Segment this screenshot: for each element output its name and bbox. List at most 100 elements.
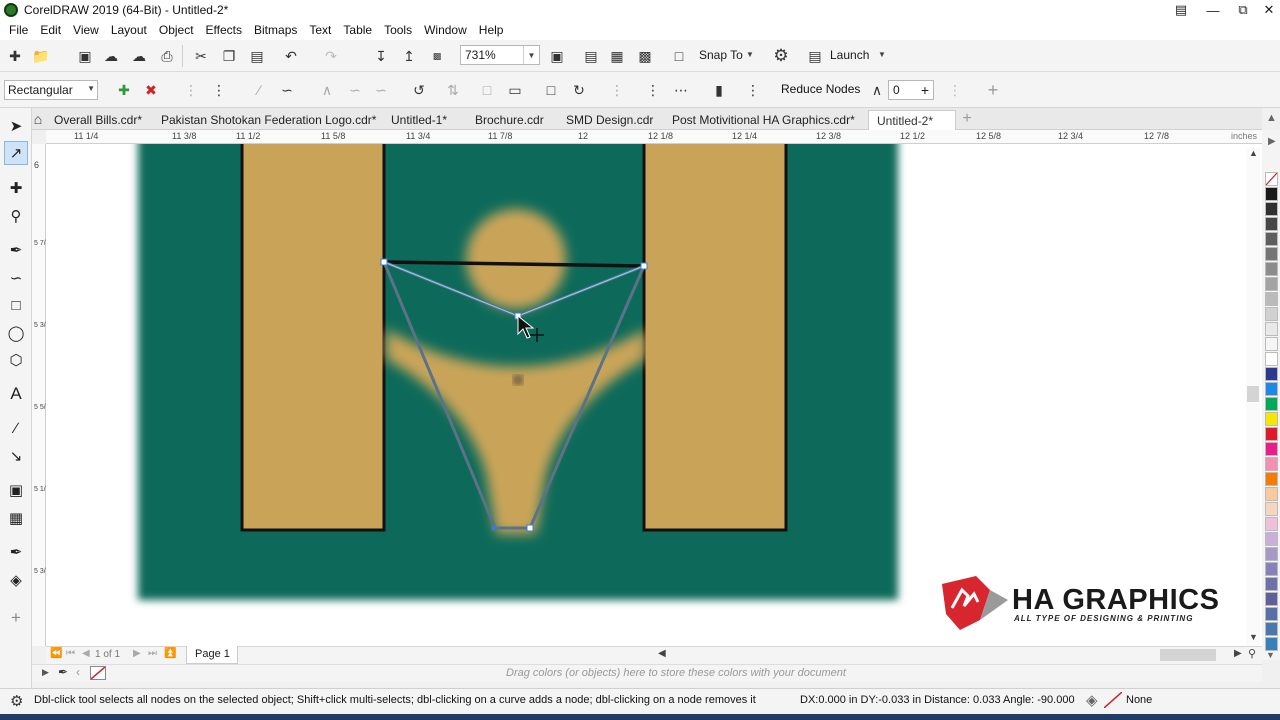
freehand-tool-icon[interactable]: ✒ bbox=[4, 238, 28, 262]
add-node-icon[interactable]: ✚ bbox=[113, 79, 135, 101]
menu-object[interactable]: Object bbox=[153, 23, 200, 37]
export-icon[interactable]: ↥ bbox=[398, 45, 420, 67]
extend-curve-icon[interactable]: ⇅ bbox=[442, 79, 464, 101]
plus-icon[interactable]: + bbox=[921, 82, 929, 98]
palette-swatch[interactable] bbox=[1265, 577, 1278, 591]
snap-to-label[interactable]: Snap To bbox=[699, 48, 743, 62]
palette-scroll-down-icon[interactable]: ▼ bbox=[1266, 650, 1275, 660]
palette-swatch[interactable] bbox=[1265, 322, 1278, 336]
menu-layout[interactable]: Layout bbox=[105, 23, 153, 37]
palette-scroll-up-icon[interactable]: ▲ bbox=[1266, 112, 1277, 124]
palette-swatch[interactable] bbox=[1265, 187, 1278, 201]
chevron-down-icon[interactable]: ▼ bbox=[523, 46, 539, 64]
previous-page-icon[interactable]: ◀ bbox=[82, 648, 90, 659]
curve-node[interactable] bbox=[640, 262, 648, 270]
snap-to-icon[interactable]: □ bbox=[668, 45, 690, 67]
vertical-scrollbar[interactable]: ▲ ▼ bbox=[1246, 148, 1260, 646]
palette-swatch[interactable] bbox=[1265, 232, 1278, 246]
right-pillar-shape[interactable] bbox=[642, 144, 788, 532]
status-gear-icon[interactable]: ⚙ bbox=[10, 692, 23, 710]
join-nodes-icon[interactable]: ⋮ bbox=[180, 79, 202, 101]
zoom-level-combo[interactable]: 731% ▼ bbox=[460, 45, 540, 65]
chevron-down-icon[interactable]: ▼ bbox=[87, 84, 95, 93]
show-rulers-icon[interactable]: ▤ bbox=[580, 45, 602, 67]
break-curve-icon[interactable]: ⋮ bbox=[208, 79, 230, 101]
first-page-arrow-icon[interactable]: ⏮ bbox=[66, 648, 75, 659]
zoom-tool-icon[interactable]: ⚲ bbox=[4, 204, 28, 228]
symmetrical-node-icon[interactable]: ∽ bbox=[370, 79, 392, 101]
options-gear-icon[interactable]: ⚙ bbox=[770, 45, 792, 67]
palette-swatch[interactable] bbox=[1265, 457, 1278, 471]
copy-icon[interactable]: ❐ bbox=[218, 45, 240, 67]
palette-swatch[interactable] bbox=[1265, 607, 1278, 621]
interactive-fill-tool-icon[interactable]: ◈ bbox=[4, 568, 28, 592]
palette-swatch[interactable] bbox=[1265, 307, 1278, 321]
tab-untitled-2[interactable]: Untitled-2* bbox=[868, 110, 956, 130]
tab-post-motivational[interactable]: Post Motivitional HA Graphics.cdr* bbox=[672, 110, 855, 130]
reduce-nodes-button[interactable]: Reduce Nodes bbox=[781, 82, 860, 96]
select-all-nodes-icon[interactable]: ⋮ bbox=[742, 79, 764, 101]
scroll-left-icon[interactable]: ◀ bbox=[658, 648, 666, 659]
menu-file[interactable]: File bbox=[3, 23, 34, 37]
scroll-up-icon[interactable]: ▲ bbox=[1249, 148, 1258, 158]
next-page-icon[interactable]: ▶ bbox=[133, 648, 141, 659]
menu-effects[interactable]: Effects bbox=[200, 23, 248, 37]
delete-node-icon[interactable]: ✖ bbox=[140, 79, 162, 101]
tab-brochure[interactable]: Brochure.cdr bbox=[475, 110, 544, 130]
text-tool-icon[interactable]: A bbox=[4, 382, 28, 406]
crop-tool-icon[interactable]: ✚ bbox=[4, 176, 28, 200]
elastic-mode-icon[interactable]: ▮ bbox=[708, 79, 730, 101]
launch-label[interactable]: Launch bbox=[830, 48, 869, 62]
horizontal-scroll-thumb[interactable] bbox=[1160, 649, 1216, 661]
cloud-upload-icon[interactable]: ☁ bbox=[100, 45, 122, 67]
welcome-home-icon[interactable]: ⌂ bbox=[30, 109, 46, 129]
convert-to-line-icon[interactable]: ∕ bbox=[248, 79, 270, 101]
menu-view[interactable]: View bbox=[67, 23, 105, 37]
zoom-magnifier-icon[interactable]: ⚲ bbox=[1248, 647, 1256, 660]
chevron-down-icon[interactable]: ▼ bbox=[746, 50, 754, 59]
drop-shadow-tool-icon[interactable]: ▣ bbox=[4, 478, 28, 502]
curve-smoothness-field[interactable]: 0 + bbox=[888, 80, 934, 100]
vertical-scroll-thumb[interactable] bbox=[1247, 386, 1259, 402]
palette-swatch[interactable] bbox=[1265, 337, 1278, 351]
expand-arrow-icon[interactable]: ▶ bbox=[42, 667, 49, 678]
menu-table[interactable]: Table bbox=[337, 23, 378, 37]
first-page-icon[interactable]: ⏪ bbox=[50, 648, 62, 659]
artwork[interactable] bbox=[46, 144, 1262, 646]
last-page-icon[interactable]: ⏭ bbox=[148, 648, 157, 659]
smooth-node-icon[interactable]: ∽ bbox=[344, 79, 366, 101]
open-folder-icon[interactable]: 📁 bbox=[30, 45, 52, 67]
scroll-right-icon[interactable]: ▶ bbox=[1234, 648, 1242, 659]
quick-customize-icon[interactable]: + bbox=[4, 606, 28, 630]
show-grid-icon[interactable]: ▦ bbox=[606, 45, 628, 67]
align-nodes-icon[interactable]: ⋮ bbox=[606, 79, 628, 101]
paste-icon[interactable]: ▤ bbox=[246, 45, 268, 67]
page-tab[interactable]: Page 1 bbox=[186, 646, 238, 664]
palette-swatch[interactable] bbox=[1265, 397, 1278, 411]
menu-edit[interactable]: Edit bbox=[34, 23, 67, 37]
shape-tool-icon[interactable]: ↗ bbox=[4, 141, 28, 165]
tab-smd-design[interactable]: SMD Design.cdr bbox=[566, 110, 653, 130]
left-pillar-shape[interactable] bbox=[240, 144, 386, 532]
no-color-palette-swatch[interactable] bbox=[1265, 172, 1278, 186]
drawing-canvas[interactable] bbox=[46, 144, 1262, 646]
tab-overall-bills[interactable]: Overall Bills.cdr* bbox=[54, 110, 142, 130]
print-icon[interactable]: ⎙ bbox=[156, 45, 178, 67]
undo-icon[interactable]: ↶ bbox=[280, 45, 302, 67]
menu-tools[interactable]: Tools bbox=[378, 23, 418, 37]
mirror-vertical-icon[interactable]: ⋯ bbox=[670, 79, 692, 101]
bounding-box-icon[interactable]: ⋮ bbox=[944, 79, 966, 101]
help-window-icon[interactable]: ▤ bbox=[1166, 0, 1196, 20]
palette-swatch[interactable] bbox=[1265, 562, 1278, 576]
import-icon[interactable]: ↧ bbox=[370, 45, 392, 67]
palette-swatch[interactable] bbox=[1265, 412, 1278, 426]
palette-swatch[interactable] bbox=[1265, 487, 1278, 501]
scroll-down-icon[interactable]: ▼ bbox=[1249, 632, 1258, 642]
parallel-dimension-tool-icon[interactable]: ∕ bbox=[4, 416, 28, 440]
palette-swatch[interactable] bbox=[1265, 217, 1278, 231]
curve-node[interactable] bbox=[380, 258, 388, 266]
stretch-nodes-icon[interactable]: □ bbox=[540, 79, 562, 101]
tab-untitled-1[interactable]: Untitled-1* bbox=[391, 110, 447, 130]
curve-node[interactable] bbox=[526, 524, 534, 532]
connector-tool-icon[interactable]: ↘ bbox=[4, 444, 28, 468]
